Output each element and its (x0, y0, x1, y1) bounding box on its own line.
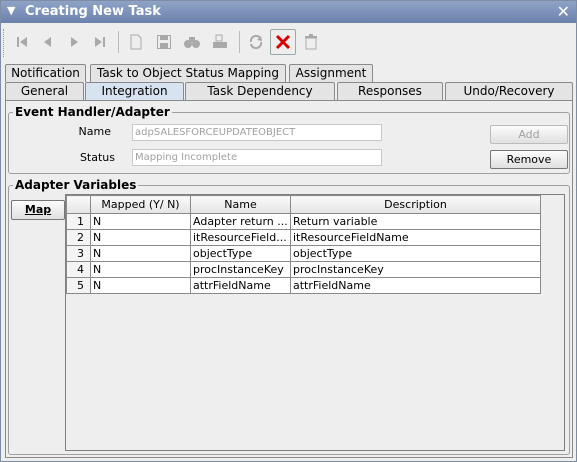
mapped-cell[interactable]: N (90, 245, 191, 262)
next-icon[interactable] (61, 29, 87, 55)
row-number-header (66, 195, 91, 214)
print-icon[interactable] (207, 29, 233, 55)
find-icon[interactable] (179, 29, 205, 55)
tab-integration[interactable]: Integration (85, 82, 184, 101)
table-row[interactable]: 5 N attrFieldName attrFieldName (66, 277, 541, 294)
description-cell[interactable]: Return variable (290, 213, 541, 230)
column-header-name[interactable]: Name (190, 195, 291, 214)
name-label: Name (78, 125, 111, 138)
map-button[interactable]: Map (11, 200, 65, 220)
delete-icon[interactable] (270, 29, 296, 55)
tab-general[interactable]: General (5, 82, 84, 100)
tab-assignment[interactable]: Assignment (289, 64, 373, 82)
trash-icon[interactable] (298, 29, 324, 55)
tab-task-to-object-status-mapping[interactable]: Task to Object Status Mapping (90, 64, 286, 82)
adapter-variables-legend: Adapter Variables (13, 178, 139, 192)
toolbar-separator (239, 31, 240, 53)
event-handler-legend: Event Handler/Adapter (13, 105, 172, 119)
name-cell[interactable]: itResourceField... (190, 229, 291, 246)
mapped-cell[interactable]: N (90, 213, 191, 230)
collapse-chevron-icon[interactable]: ▼ (7, 4, 15, 17)
close-icon[interactable]: ✕ (557, 2, 570, 21)
status-label: Status (79, 151, 115, 164)
previous-icon[interactable] (35, 29, 61, 55)
description-cell[interactable]: objectType (290, 245, 541, 262)
window-title: Creating New Task (25, 4, 161, 19)
toolbar (3, 25, 575, 59)
row-number: 2 (66, 229, 91, 246)
name-cell[interactable]: attrFieldName (190, 277, 291, 294)
tab-notification[interactable]: Notification (5, 64, 86, 82)
column-header-mapped[interactable]: Mapped (Y/ N) (90, 195, 191, 214)
column-header-description[interactable]: Description (290, 195, 541, 214)
row-number: 1 (66, 213, 91, 230)
table-row[interactable]: 2 N itResourceField... itResourceFieldNa… (66, 229, 541, 246)
task-dialog: ▼ Creating New Task ✕ Notification Task … (0, 0, 577, 462)
name-field[interactable]: adpSALESFORCEUPDATEOBJECT (132, 124, 382, 141)
name-cell[interactable]: Adapter return ... (190, 213, 291, 230)
name-cell[interactable]: procInstanceKey (190, 261, 291, 278)
row-number: 5 (66, 277, 91, 294)
description-cell[interactable]: attrFieldName (290, 277, 541, 294)
table-header-row: Mapped (Y/ N) Name Description (66, 195, 541, 214)
table-row[interactable]: 4 N procInstanceKey procInstanceKey (66, 261, 541, 278)
status-field[interactable]: Mapping Incomplete (132, 149, 382, 166)
name-cell[interactable]: objectType (190, 245, 291, 262)
mapped-cell[interactable]: N (90, 277, 191, 294)
new-icon[interactable] (123, 29, 149, 55)
remove-button[interactable]: Remove (490, 150, 568, 169)
adapter-variables-table: Mapped (Y/ N) Name Description 1 N Adapt… (65, 194, 565, 451)
toolbar-grip[interactable] (3, 29, 6, 57)
add-button[interactable]: Add (490, 125, 568, 144)
last-icon[interactable] (87, 29, 113, 55)
first-icon[interactable] (9, 29, 35, 55)
save-icon[interactable] (151, 29, 177, 55)
table-row[interactable]: 3 N objectType objectType (66, 245, 541, 262)
description-cell[interactable]: procInstanceKey (290, 261, 541, 278)
refresh-icon[interactable] (243, 29, 269, 55)
description-cell[interactable]: itResourceFieldName (290, 229, 541, 246)
tab-undo-recovery[interactable]: Undo/Recovery (445, 82, 573, 100)
table-row[interactable]: 1 N Adapter return ... Return variable (66, 213, 541, 230)
toolbar-separator (118, 31, 119, 53)
integration-panel: Event Handler/Adapter Name adpSALESFORCE… (5, 100, 573, 458)
row-number: 3 (66, 245, 91, 262)
title-bar[interactable]: ▼ Creating New Task ✕ (1, 1, 576, 23)
mapped-cell[interactable]: N (90, 261, 191, 278)
tab-responses[interactable]: Responses (337, 82, 443, 100)
mapped-cell[interactable]: N (90, 229, 191, 246)
event-handler-group: Event Handler/Adapter Name adpSALESFORCE… (8, 105, 570, 174)
tab-task-dependency[interactable]: Task Dependency (185, 82, 335, 100)
row-number: 4 (66, 261, 91, 278)
